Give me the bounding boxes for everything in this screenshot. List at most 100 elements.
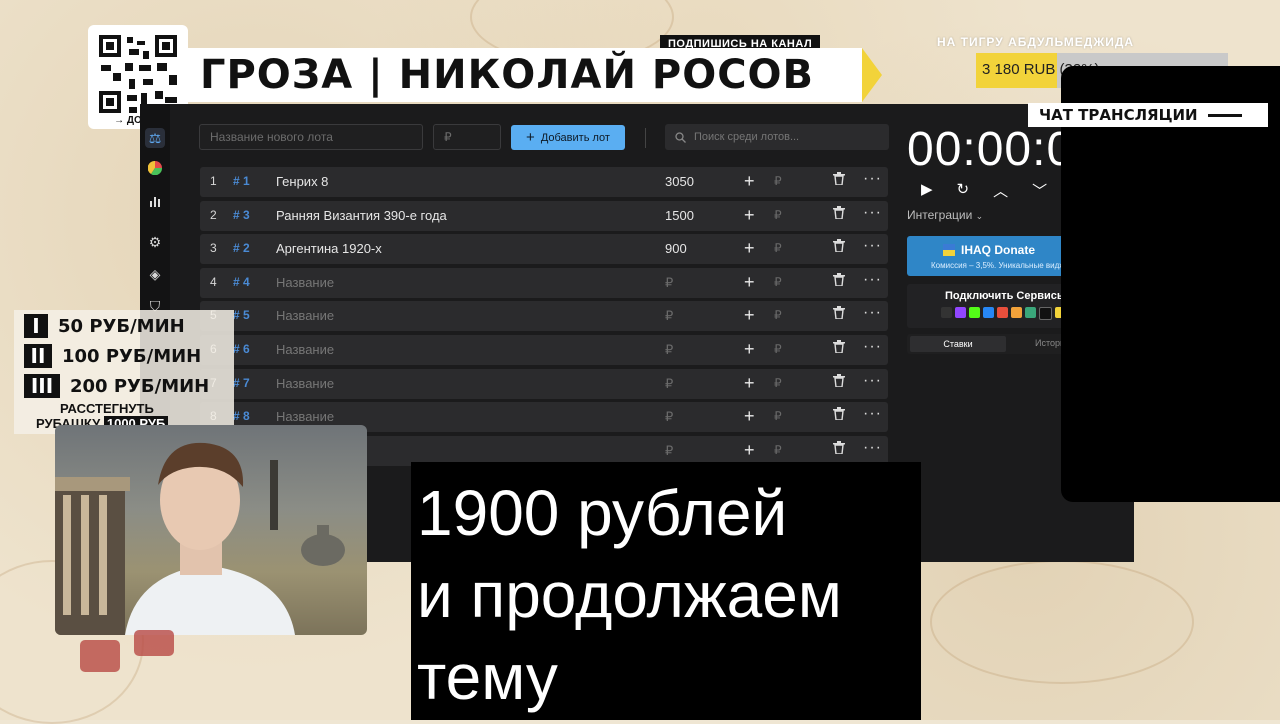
ruble-icon: ₽ — [774, 241, 782, 256]
more-options-icon[interactable]: ··· — [863, 338, 882, 356]
lot-amount[interactable]: ₽ — [665, 409, 673, 425]
trash-icon[interactable] — [833, 205, 845, 222]
integrations-dropdown[interactable]: Интеграции ⌄ — [907, 208, 983, 222]
lot-amount[interactable]: ₽ — [665, 308, 673, 324]
banner-arrow — [862, 48, 882, 102]
lot-name[interactable]: Название — [276, 275, 334, 290]
new-lot-name-input[interactable]: Название нового лота — [199, 124, 423, 150]
lot-index: 2 — [210, 207, 217, 222]
ruble-icon: ₽ — [774, 375, 782, 390]
pie-chart-icon[interactable] — [145, 160, 165, 180]
connect-services-card[interactable]: Подключить Сервисы — [907, 284, 1067, 328]
subtitle-caption: 1900 рублей и продолжаем тему — [411, 462, 921, 720]
donatepay-icon[interactable] — [1011, 307, 1022, 318]
more-options-icon[interactable]: ··· — [863, 237, 882, 255]
add-bid-icon[interactable]: + — [744, 238, 755, 259]
lot-name[interactable]: Название — [276, 342, 334, 357]
lot-id-value: 6 — [243, 341, 250, 356]
lot-row[interactable]: 2 # 3 Ранняя Византия 390-е года 1500 + ₽ ··· — [200, 200, 888, 231]
ihaq-donate-button[interactable]: IHAQ Donate Комиссия – 3,5%. Уникальные … — [907, 236, 1067, 276]
more-options-icon[interactable]: ··· — [863, 170, 882, 188]
lot-amount[interactable]: ₽ — [665, 376, 673, 392]
lot-id-value: 8 — [243, 409, 250, 424]
more-options-icon[interactable]: ··· — [863, 204, 882, 222]
subtitle-line: тему — [417, 641, 558, 713]
add-bid-icon[interactable]: + — [744, 339, 755, 360]
new-lot-price-input[interactable]: ₽ — [433, 124, 501, 150]
lot-name[interactable]: Название — [276, 308, 334, 323]
youtube-icon[interactable] — [997, 307, 1008, 318]
add-bid-icon[interactable]: + — [744, 171, 755, 192]
restart-icon[interactable]: ↻ — [957, 180, 970, 201]
layers-icon[interactable]: ◈ — [145, 264, 165, 284]
lot-row[interactable]: 5# 5 Название ₽ + ₽ ··· — [200, 301, 888, 332]
add-bid-icon[interactable]: + — [744, 205, 755, 226]
lot-name[interactable]: Аргентина 1920-х — [276, 241, 382, 256]
boosty-icon[interactable] — [1025, 307, 1036, 318]
twitch-icon[interactable] — [955, 307, 966, 318]
gear-icon[interactable]: ⚙ — [145, 232, 165, 252]
add-bid-icon[interactable]: + — [744, 406, 755, 427]
chevron-up-icon[interactable]: ︿ — [993, 180, 1008, 201]
webcam-feed — [55, 425, 367, 635]
lot-row[interactable]: 7# 7 Название ₽ + ₽ ··· — [200, 368, 888, 399]
trash-icon[interactable] — [833, 306, 845, 322]
lot-amount[interactable]: ₽ — [665, 275, 673, 291]
lot-amount[interactable]: 3050 — [665, 174, 694, 189]
tab-bets[interactable]: Ставки — [910, 336, 1006, 352]
lot-amount[interactable]: ₽ — [665, 443, 673, 459]
ornament — [930, 560, 1194, 684]
trash-icon[interactable] — [833, 440, 845, 457]
play-icon[interactable]: ▶ — [921, 180, 933, 201]
plus-icon: + — [526, 129, 535, 146]
trash-icon[interactable] — [833, 272, 845, 289]
lot-name[interactable]: Ранняя Византия 390-е года — [276, 208, 447, 223]
lot-search-input[interactable]: Поиск среди лотов... — [665, 124, 889, 150]
lot-amount[interactable]: 900 — [665, 241, 687, 256]
lot-name[interactable]: Генрих 8 — [276, 174, 328, 189]
lot-amount[interactable]: ₽ — [665, 342, 673, 358]
add-bid-icon[interactable]: + — [744, 373, 755, 394]
donationalerts-icon[interactable] — [941, 307, 952, 318]
more-options-icon[interactable]: ··· — [863, 271, 882, 289]
donation-tiers: I 50 РУБ/МИН II 100 РУБ/МИН III 200 РУБ/… — [14, 310, 234, 434]
lot-index: 3 — [210, 241, 217, 256]
add-bid-icon[interactable]: + — [744, 440, 755, 461]
bar-chart-icon[interactable] — [145, 192, 165, 212]
trash-icon[interactable] — [833, 339, 845, 356]
more-options-icon[interactable]: ··· — [863, 439, 882, 457]
toolbar-divider — [645, 128, 646, 148]
chevron-down-icon[interactable]: ﹀ — [1032, 180, 1047, 201]
trash-icon[interactable] — [833, 172, 845, 188]
more-options-icon[interactable]: ··· — [863, 304, 882, 322]
chat-label-bar: ЧАТ ТРАНСЛЯЦИИ — [1028, 103, 1268, 127]
lot-row[interactable]: 1 # 1 Генрих 8 3050 + ₽ ··· — [200, 167, 888, 197]
lot-name[interactable]: Название — [276, 376, 334, 391]
tier-mark: II — [24, 344, 52, 368]
add-lot-button[interactable]: + Добавить лот — [511, 125, 625, 150]
auction-timer: 00:00:0 — [907, 123, 1075, 176]
gavel-icon[interactable]: ⚖ — [145, 128, 165, 148]
chat-label: ЧАТ ТРАНСЛЯЦИИ — [1039, 106, 1198, 124]
lot-row[interactable]: 4 # 4 Название ₽ + ₽ ··· — [200, 267, 888, 298]
qr-code-icon — [99, 35, 177, 113]
trash-icon[interactable] — [833, 239, 845, 255]
vk-icon[interactable] — [983, 307, 994, 318]
trash-icon[interactable] — [833, 407, 845, 423]
chat-label-line — [1207, 113, 1242, 117]
lot-id: # 1 — [233, 174, 250, 188]
x-icon[interactable] — [1039, 307, 1052, 320]
lot-row[interactable]: 6# 6 Название ₽ + ₽ ··· — [200, 334, 888, 365]
subtitle-line: и продолжаем — [417, 559, 842, 631]
add-bid-icon[interactable]: + — [744, 305, 755, 326]
lot-name[interactable]: Название — [276, 409, 334, 424]
more-options-icon[interactable]: ··· — [863, 372, 882, 390]
lot-row[interactable]: 3 # 2 Аргентина 1920-х 900 + ₽ ··· — [200, 234, 888, 265]
kick-icon[interactable] — [969, 307, 980, 318]
more-options-icon[interactable]: ··· — [863, 405, 882, 423]
lot-amount[interactable]: 1500 — [665, 208, 694, 223]
lots-list: 1 # 1 Генрих 8 3050 + ₽ ··· 2 # 3 Ранняя Византия… — [200, 167, 888, 469]
tier-mark: I — [24, 314, 48, 338]
trash-icon[interactable] — [833, 373, 845, 390]
add-bid-icon[interactable]: + — [744, 272, 755, 293]
